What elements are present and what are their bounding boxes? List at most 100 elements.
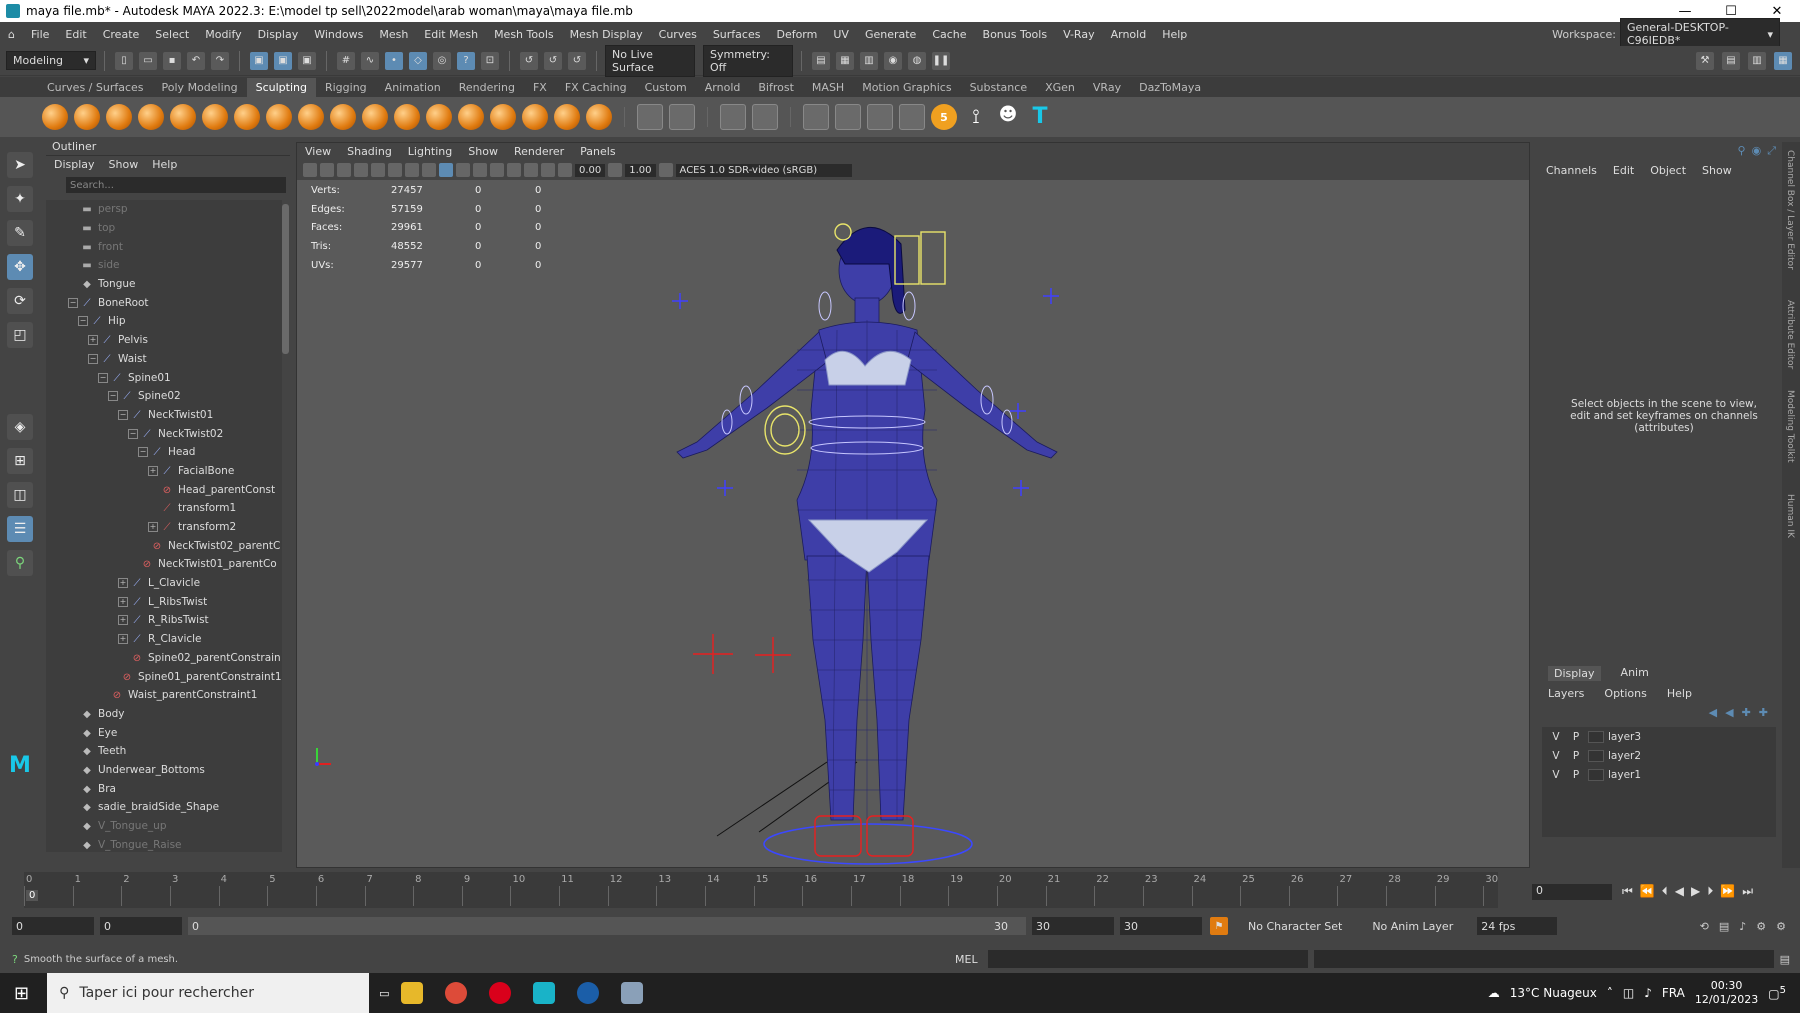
make-live-icon[interactable]: ? xyxy=(457,51,475,70)
mirror-icon[interactable] xyxy=(720,104,746,130)
expand-toggle-icon[interactable]: − xyxy=(78,316,88,327)
timeline-prefs-icon[interactable]: ⚙ xyxy=(1776,920,1786,933)
four-view-icon[interactable]: ⊞ xyxy=(7,448,33,474)
menu-item[interactable]: Curves xyxy=(651,28,705,41)
expand-toggle-icon[interactable]: + xyxy=(118,615,128,626)
new-layer-icon[interactable]: ✚ xyxy=(1742,706,1751,719)
bulge-tool-icon[interactable] xyxy=(522,104,548,130)
outliner-item[interactable]: ◆ V_Tongue_Raise xyxy=(46,835,282,852)
layer-row[interactable]: V Player3 xyxy=(1542,727,1776,746)
expand-toggle-icon[interactable]: − xyxy=(138,447,148,458)
symmetry-dropdown[interactable]: Symmetry: Off xyxy=(703,44,793,77)
outliner-item[interactable]: ◆ Underwear_Bottoms xyxy=(46,761,282,780)
repeat-tool-icon[interactable] xyxy=(298,104,324,130)
redo-icon[interactable]: ↷ xyxy=(211,51,229,70)
grid-icon[interactable] xyxy=(669,104,695,130)
menu-item[interactable]: Mesh Tools xyxy=(486,28,562,41)
channel-box-tab[interactable]: Channel Box / Layer Editor xyxy=(1785,150,1795,270)
expand-toggle-icon[interactable]: + xyxy=(118,578,128,589)
layer-color-swatch[interactable] xyxy=(1588,749,1604,762)
uv-editor-icon[interactable] xyxy=(752,104,778,130)
outliner-menu-item[interactable]: Show xyxy=(109,158,139,171)
textured-icon[interactable] xyxy=(456,163,470,177)
menu-item[interactable]: Cache xyxy=(924,28,974,41)
current-time-marker[interactable]: 0 xyxy=(26,890,39,901)
outliner-item[interactable]: + ⟋ Pelvis xyxy=(46,331,282,350)
menu-item[interactable]: Modify xyxy=(197,28,249,41)
step-forward-frame-icon[interactable]: ⏵ xyxy=(1707,884,1713,899)
expand-toggle-icon[interactable]: + xyxy=(118,634,128,645)
layer-stack-icon[interactable] xyxy=(867,104,893,130)
channel-menu-item[interactable]: Show xyxy=(1702,164,1732,177)
command-line-input[interactable] xyxy=(987,950,1308,968)
new-scene-icon[interactable]: ▯ xyxy=(115,51,133,70)
taskbar-search-input[interactable]: ⚲ Taper ici pour rechercher xyxy=(47,973,370,1013)
wireframe-icon[interactable] xyxy=(405,163,419,177)
shelf-tab[interactable]: Custom xyxy=(636,78,696,97)
lasso-tool-icon[interactable]: ✦ xyxy=(7,186,33,212)
fill-tool-icon[interactable] xyxy=(426,104,452,130)
maximize-button[interactable]: ☐ xyxy=(1708,4,1754,19)
channel-float-icon[interactable]: ⤢ xyxy=(1767,144,1776,158)
outliner-item[interactable]: ⊘ NeckTwist02_parentC xyxy=(46,536,282,555)
undo-icon[interactable]: ↶ xyxy=(187,51,205,70)
weather-text[interactable]: 13°C Nuageux xyxy=(1510,986,1597,1000)
shelf-tab[interactable]: VRay xyxy=(1084,78,1130,97)
figure-icon[interactable]: ⟟ xyxy=(963,104,989,130)
outliner-item[interactable]: + ⟋ transform2 xyxy=(46,518,282,537)
outliner-item[interactable]: ◆ Eye xyxy=(46,723,282,742)
channel-menu-item[interactable]: Object xyxy=(1650,164,1686,177)
toggle-modeling-toolkit-icon[interactable]: ⚒ xyxy=(1696,51,1714,70)
single-view-icon[interactable]: ◈ xyxy=(7,414,33,440)
outliner-layout-icon[interactable]: ☰ xyxy=(7,516,33,542)
menu-item[interactable]: Create xyxy=(95,28,148,41)
command-language[interactable]: MEL xyxy=(955,953,978,966)
channel-menu-item[interactable]: Edit xyxy=(1613,164,1634,177)
outliner-item[interactable]: ◆ Tongue xyxy=(46,275,282,294)
outliner-scrollbar[interactable] xyxy=(282,204,289,354)
task-view-icon[interactable]: ▭ xyxy=(379,987,389,1000)
anim-start-field[interactable]: 0 xyxy=(100,917,182,935)
skull-icon[interactable]: ☻ xyxy=(995,104,1021,130)
layer-color-swatch[interactable] xyxy=(1588,768,1604,781)
menu-item[interactable]: Bonus Tools xyxy=(975,28,1056,41)
tray-chevron-icon[interactable]: ˄ xyxy=(1607,986,1613,1000)
outliner-item[interactable]: ⊘ NeckTwist01_parentCo xyxy=(46,555,282,574)
wax-tool-icon[interactable] xyxy=(362,104,388,130)
t-pose-icon[interactable]: T xyxy=(1027,104,1053,130)
viewport-panel[interactable]: View Shading Lighting Show Renderer Panels 0.… xyxy=(296,142,1530,868)
output-ops-icon[interactable]: ↺ xyxy=(568,51,586,70)
shadows-icon[interactable] xyxy=(490,163,504,177)
outliner-item[interactable]: − ⟋ NeckTwist02 xyxy=(46,424,282,443)
outliner-item[interactable]: − ⟋ Spine02 xyxy=(46,387,282,406)
outliner-item[interactable]: ◆ Teeth xyxy=(46,742,282,761)
volume-icon[interactable]: ♪ xyxy=(1644,986,1652,1000)
layer-visibility-toggle[interactable]: V xyxy=(1548,750,1564,762)
sculpt-tool-icon[interactable] xyxy=(42,104,68,130)
viewport-menu-item[interactable]: Show xyxy=(468,145,498,158)
minimize-button[interactable]: — xyxy=(1662,4,1708,19)
outliner-search-input[interactable]: Search... xyxy=(66,177,286,193)
step-forward-key-icon[interactable]: ⏩ xyxy=(1720,884,1735,899)
save-scene-icon[interactable]: ▪ xyxy=(163,51,181,70)
outliner-item[interactable]: ▬ persp xyxy=(46,200,282,219)
human-ik-tab[interactable]: Human IK xyxy=(1785,494,1795,538)
expand-toggle-icon[interactable]: − xyxy=(98,372,108,383)
maya-taskbar-icon[interactable] xyxy=(532,982,555,1004)
isolate-icon[interactable] xyxy=(541,163,555,177)
time-slider-bar[interactable]: 0 1 2 3 4 5 6 7 8 9 10 11 12 13 14 15 16 17 18 19 20 21 22 23 24… xyxy=(24,872,1498,908)
smooth-tool-icon[interactable] xyxy=(74,104,100,130)
outliner-item[interactable]: ⊘ Spine02_parentConstrain xyxy=(46,649,282,668)
outliner-item[interactable]: − ⟋ NeckTwist01 xyxy=(46,406,282,425)
range-bar[interactable]: 0 30 xyxy=(188,917,1026,935)
channel-box-icon[interactable]: ⚲ xyxy=(1738,144,1746,158)
viewport-menu-item[interactable]: Lighting xyxy=(408,145,452,158)
shelf-tab[interactable]: Bifrost xyxy=(749,78,803,97)
outliner-item[interactable]: − ⟋ Spine01 xyxy=(46,368,282,387)
select-component-icon[interactable]: ▣ xyxy=(298,51,316,70)
pause-icon[interactable]: ❚❚ xyxy=(932,51,950,70)
go-to-end-icon[interactable]: ⏭ xyxy=(1742,884,1753,899)
layer-menu-item[interactable]: Options xyxy=(1604,687,1646,700)
layer-tab[interactable]: Display xyxy=(1548,666,1601,681)
snap-point-icon[interactable]: • xyxy=(385,51,403,70)
